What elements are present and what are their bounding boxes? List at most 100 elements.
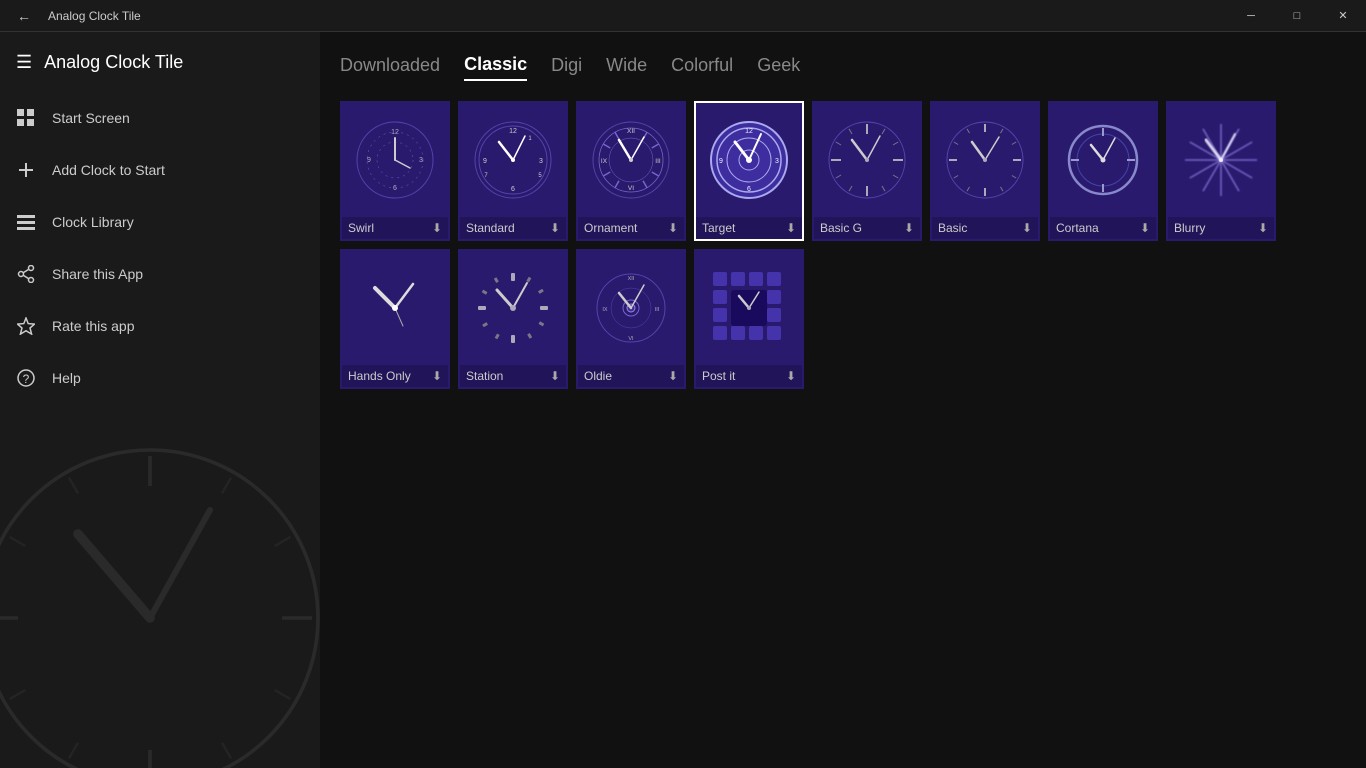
tab-bar: Downloaded Classic Digi Wide Colorful Ge… <box>320 32 1366 93</box>
sidebar-item-label: Share this App <box>52 266 143 282</box>
clock-face-cortana <box>1050 103 1156 217</box>
svg-text:XII: XII <box>627 128 635 135</box>
sidebar-item-share[interactable]: Share this App <box>0 248 320 300</box>
clock-label-row: Cortana ⬇ <box>1050 217 1156 239</box>
download-icon[interactable]: ⬇ <box>1022 221 1032 235</box>
clock-label: Basic <box>938 221 967 235</box>
tab-colorful[interactable]: Colorful <box>671 51 733 80</box>
sidebar-item-label: Rate this app <box>52 318 135 334</box>
download-icon[interactable]: ⬇ <box>786 221 796 235</box>
tab-geek[interactable]: Geek <box>757 51 800 80</box>
svg-text:12: 12 <box>391 129 399 136</box>
tab-downloaded[interactable]: Downloaded <box>340 51 440 80</box>
clock-label-row: Ornament ⬇ <box>578 217 684 239</box>
clock-face-hands-only <box>342 251 448 365</box>
clock-face-post-it <box>696 251 802 365</box>
download-icon[interactable]: ⬇ <box>550 221 560 235</box>
clock-grid: 12 3 6 9 Swirl ⬇ <box>320 93 1366 397</box>
clock-face-oldie: XII III VI IX <box>578 251 684 365</box>
download-icon[interactable]: ⬇ <box>1140 221 1150 235</box>
svg-text:3: 3 <box>419 157 423 164</box>
clock-face-blurry <box>1168 103 1274 217</box>
svg-text:9: 9 <box>483 158 487 165</box>
svg-text:9: 9 <box>367 157 371 164</box>
clock-label-row: Blurry ⬇ <box>1168 217 1274 239</box>
clock-tile-basic-g[interactable]: Basic G ⬇ <box>812 101 922 241</box>
download-icon[interactable]: ⬇ <box>904 221 914 235</box>
tab-wide[interactable]: Wide <box>606 51 647 80</box>
download-icon[interactable]: ⬇ <box>432 369 442 383</box>
clock-tile-basic[interactable]: Basic ⬇ <box>930 101 1040 241</box>
bars-icon <box>16 212 36 232</box>
sidebar-item-label: Start Screen <box>52 110 130 126</box>
sidebar-item-help[interactable]: ? Help <box>0 352 320 404</box>
plus-icon <box>16 160 36 180</box>
minimize-button[interactable]: ─ <box>1228 0 1274 32</box>
clock-label-row: Standard ⬇ <box>460 217 566 239</box>
titlebar-controls: ─ □ ✕ <box>1228 0 1366 32</box>
svg-text:6: 6 <box>511 186 515 193</box>
sidebar-item-label: Clock Library <box>52 214 134 230</box>
clock-label: Swirl <box>348 221 374 235</box>
download-icon[interactable]: ⬇ <box>786 369 796 383</box>
svg-text:12: 12 <box>745 128 753 135</box>
clock-tile-hands-only[interactable]: Hands Only ⬇ <box>340 249 450 389</box>
svg-text:IX: IX <box>602 307 608 313</box>
download-icon[interactable]: ⬇ <box>668 221 678 235</box>
clock-tile-target[interactable]: 12 3 6 9 Target ⬇ <box>694 101 804 241</box>
download-icon[interactable]: ⬇ <box>550 369 560 383</box>
clock-label: Standard <box>466 221 515 235</box>
sidebar-item-add-clock[interactable]: Add Clock to Start <box>0 144 320 196</box>
back-button[interactable]: ← <box>8 0 40 32</box>
clock-label-row: Post it ⬇ <box>696 365 802 387</box>
clock-face-standard: 12 6 3 9 1 5 7 <box>460 103 566 217</box>
star-icon <box>16 316 36 336</box>
clock-tile-station[interactable]: Station ⬇ <box>458 249 568 389</box>
sidebar-item-start-screen[interactable]: Start Screen <box>0 92 320 144</box>
clock-face-station <box>460 251 566 365</box>
svg-text:VI: VI <box>628 336 634 342</box>
clock-tile-swirl[interactable]: 12 3 6 9 Swirl ⬇ <box>340 101 450 241</box>
clock-tile-oldie[interactable]: XII III VI IX Oldie ⬇ <box>576 249 686 389</box>
clock-tile-cortana[interactable]: Cortana ⬇ <box>1048 101 1158 241</box>
clock-tile-blurry[interactable]: Blurry ⬇ <box>1166 101 1276 241</box>
svg-text:VI: VI <box>628 185 634 192</box>
close-button[interactable]: ✕ <box>1320 0 1366 32</box>
sidebar-item-rate[interactable]: Rate this app <box>0 300 320 352</box>
grid-icon <box>16 108 36 128</box>
clock-face-ornament: XII III VI IX <box>578 103 684 217</box>
tab-digi[interactable]: Digi <box>551 51 582 80</box>
clock-label: Target <box>702 221 735 235</box>
clock-label-row: Oldie ⬇ <box>578 365 684 387</box>
download-icon[interactable]: ⬇ <box>1258 221 1268 235</box>
sidebar-item-clock-library[interactable]: Clock Library <box>0 196 320 248</box>
titlebar-left: ← Analog Clock Tile <box>0 0 141 32</box>
svg-text:3: 3 <box>775 158 779 165</box>
clock-label-row: Basic ⬇ <box>932 217 1038 239</box>
sidebar-watermark <box>0 438 320 768</box>
clock-face-target: 12 3 6 9 <box>696 103 802 217</box>
clock-tile-ornament[interactable]: XII III VI IX <box>576 101 686 241</box>
clock-face-swirl: 12 3 6 9 <box>342 103 448 217</box>
svg-text:XII: XII <box>628 276 635 282</box>
svg-text:III: III <box>655 307 660 313</box>
sidebar-header: ☰ Analog Clock Tile <box>0 32 320 92</box>
clock-label: Hands Only <box>348 369 411 383</box>
clock-label: Ornament <box>584 221 637 235</box>
download-icon[interactable]: ⬇ <box>432 221 442 235</box>
svg-text:3: 3 <box>539 158 543 165</box>
clock-tile-post-it[interactable]: Post it ⬇ <box>694 249 804 389</box>
sidebar: ☰ Analog Clock Tile Start Screen <box>0 32 320 768</box>
svg-text:12: 12 <box>509 128 517 135</box>
clock-tile-standard[interactable]: 12 6 3 9 1 5 7 Standard <box>458 101 568 241</box>
maximize-button[interactable]: □ <box>1274 0 1320 32</box>
hamburger-icon[interactable]: ☰ <box>16 52 32 73</box>
sidebar-item-label: Add Clock to Start <box>52 162 165 178</box>
clock-label-row: Basic G ⬇ <box>814 217 920 239</box>
download-icon[interactable]: ⬇ <box>668 369 678 383</box>
tab-classic[interactable]: Classic <box>464 50 527 81</box>
app-body: ☰ Analog Clock Tile Start Screen <box>0 32 1366 768</box>
clock-label-row: Target ⬇ <box>696 217 802 239</box>
help-icon: ? <box>16 368 36 388</box>
svg-text:9: 9 <box>719 158 723 165</box>
